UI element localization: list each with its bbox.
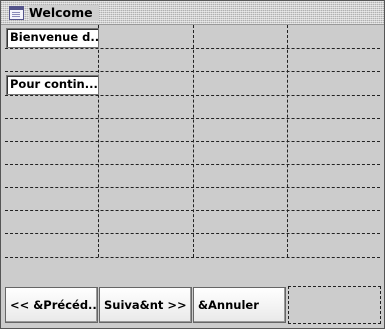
grid-line [5, 233, 380, 234]
title-bar[interactable]: Welcome [1, 1, 384, 25]
continue-label-field: Pour contin... [6, 75, 99, 95]
grid-line [5, 118, 380, 119]
grid-line [5, 210, 380, 211]
previous-button[interactable]: << &Précéd... [5, 287, 98, 323]
cancel-button[interactable]: &Annuler [193, 287, 286, 323]
grid-line [5, 95, 380, 96]
grid-line [5, 141, 380, 142]
layout-grid [1, 25, 384, 329]
welcome-label-field: Bienvenue d... [6, 28, 99, 48]
grid-line [5, 187, 380, 188]
grid-line [5, 71, 380, 72]
grid-line [5, 48, 380, 49]
next-button[interactable]: Suiva&nt >> [99, 287, 192, 323]
grid-line [5, 257, 380, 258]
window-title: Welcome [29, 5, 99, 21]
window-icon [9, 6, 24, 20]
grid-line [5, 164, 380, 165]
empty-button-slot [288, 286, 381, 324]
wizard-window: Welcome Bienvenue d... Pour contin... <<… [0, 0, 385, 329]
